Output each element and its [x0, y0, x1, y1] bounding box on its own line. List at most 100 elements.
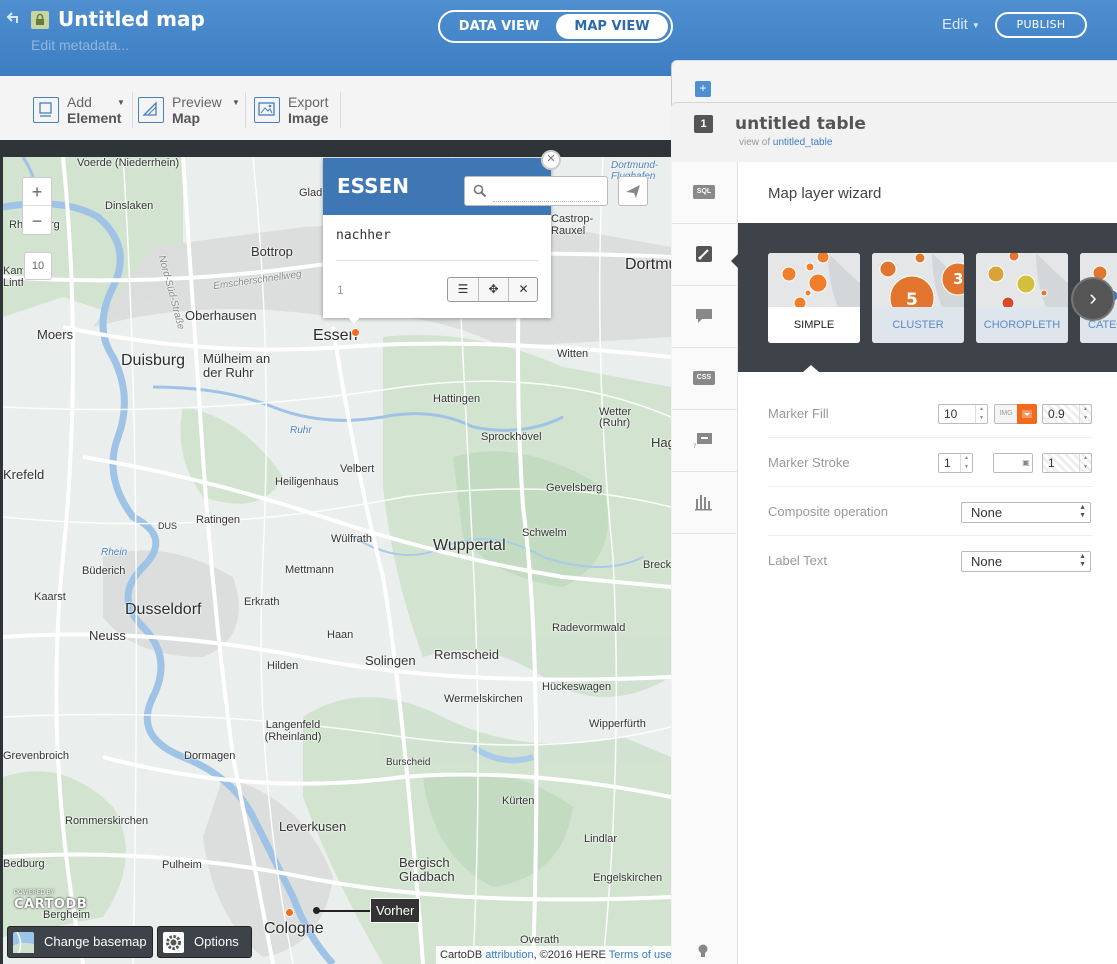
terms-of-use-link[interactable]: Terms of use — [609, 949, 672, 961]
close-icon[interactable]: ✕ — [508, 278, 538, 301]
layer-table-name[interactable]: untitled table — [735, 114, 866, 134]
map-label: Haan — [327, 629, 354, 641]
sidebar-item-widgets[interactable] — [672, 472, 738, 534]
marker-fill-color-picker[interactable] — [1017, 404, 1037, 424]
marker-opacity-stepper[interactable]: 0.9 ▲ ▼ — [1042, 404, 1092, 424]
map-label: Ruhr — [290, 425, 312, 436]
infowindow-close-button[interactable]: ✕ — [541, 150, 561, 170]
options-button[interactable]: Options — [157, 926, 252, 958]
stepper-arrows-icon: ▲ ▼ — [1079, 454, 1091, 472]
property-label: Composite operation — [768, 504, 888, 519]
map-marker[interactable] — [285, 908, 294, 917]
map-label: Rhein — [101, 547, 128, 558]
map-label: Voerde (Niederrhein) — [77, 157, 180, 169]
stroke-color-picker[interactable]: ▣ — [993, 453, 1033, 473]
view-of-table-link[interactable]: untitled_table — [773, 137, 833, 148]
toolbar-divider — [245, 92, 246, 128]
map-label: Bedburg — [3, 858, 45, 870]
map-label: Duisburg — [121, 352, 186, 369]
select-value: None — [971, 505, 1003, 520]
locate-button[interactable] — [618, 176, 648, 206]
edit-menu[interactable]: Edit ▼ — [942, 16, 980, 33]
move-icon[interactable]: ✥ — [478, 278, 508, 301]
map-label: Wipperfürth — [589, 718, 646, 730]
preview-map-icon — [138, 97, 164, 123]
map-label: Velbert — [340, 463, 375, 475]
wizard-type-label: CLUSTER — [872, 307, 964, 343]
publish-button[interactable]: PUBLISH — [995, 12, 1087, 38]
wizard-type-simple[interactable]: SIMPLE — [768, 253, 860, 343]
map-label: Kamp-Lintfort — [3, 265, 23, 289]
composite-operation-select[interactable]: None ▲ ▼ — [961, 502, 1091, 523]
label-text-select[interactable]: None ▲ ▼ — [961, 551, 1091, 572]
sidebar-item-css[interactable]: CSS — [672, 348, 738, 410]
map-label: Bottrop — [251, 244, 293, 259]
map-label: Hückeswagen — [542, 681, 612, 693]
map-label: Dormagen — [184, 750, 236, 762]
attribution-link[interactable]: attribution — [485, 949, 533, 961]
color-dot-icon: ▣ — [1022, 458, 1030, 467]
legend-icon: ? — [693, 431, 715, 450]
add-element-button[interactable]: Add Element ▼ — [33, 94, 128, 126]
sidebar-item-wizard[interactable] — [672, 224, 738, 286]
map-label: Witten — [557, 348, 589, 360]
export-image-button[interactable]: Export Image — [254, 94, 334, 126]
menu-icon[interactable]: ☰ — [448, 278, 478, 301]
stepper-arrows-icon: ▲ ▼ — [975, 405, 987, 423]
property-label-text: Label Text None ▲ ▼ — [768, 536, 1092, 585]
choropleth-thumbnail — [976, 253, 1068, 307]
preview-map-label-bottom: Map — [172, 110, 200, 126]
map-label: Grevenbroich — [3, 750, 70, 762]
tab-data-view[interactable]: DATA VIEW — [443, 14, 555, 39]
sidebar-item-legend[interactable]: ? — [672, 410, 738, 472]
attribution-prefix: CartoDB — [440, 949, 483, 961]
stepper-arrows-icon: ▲ ▼ — [960, 454, 972, 472]
map-toolbar: Add Element ▼ Preview Map ▼ Export Image — [0, 76, 672, 140]
sidebar-active-pointer — [731, 253, 739, 269]
marker-opacity-value: 0.9 — [1048, 407, 1065, 421]
add-element-icon — [33, 97, 59, 123]
sidebar-item-sql[interactable]: SQL — [672, 162, 738, 224]
map-label: Castrop-Rauxel — [551, 213, 594, 237]
stroke-width-stepper[interactable]: 1 ▲ ▼ — [938, 453, 973, 473]
sql-icon: SQL — [693, 185, 715, 199]
stroke-opacity-stepper[interactable]: 1 ▲ ▼ — [1042, 453, 1092, 473]
map-label: Moers — [37, 327, 74, 342]
lightbulb-icon[interactable] — [697, 944, 709, 958]
carousel-next-button[interactable]: › — [1071, 277, 1115, 321]
view-of-text: view of untitled_table — [739, 137, 832, 148]
select-arrows-icon: ▲ ▼ — [1079, 504, 1086, 519]
lock-icon[interactable] — [31, 11, 49, 29]
speech-bubble-icon — [693, 307, 715, 325]
change-basemap-button[interactable]: Change basemap — [7, 926, 153, 958]
cartodb-logo: CARTODB — [14, 897, 88, 912]
tab-map-view[interactable]: MAP VIEW — [556, 14, 668, 39]
back-arrow-icon[interactable] — [6, 10, 22, 26]
map-label: Dinslaken — [105, 200, 154, 212]
wizard-type-choropleth[interactable]: CHOROPLETH — [976, 253, 1068, 343]
export-image-label-top: Export — [288, 94, 329, 110]
marker-size-value: 10 — [944, 407, 958, 421]
marker-size-stepper[interactable]: 10 ▲ ▼ — [938, 404, 988, 424]
add-layer-button[interactable]: + — [695, 81, 711, 97]
map-label: Schwelm — [522, 527, 567, 539]
map-marker[interactable] — [351, 328, 360, 337]
property-label: Marker Stroke — [768, 455, 850, 470]
map-label: Leverkusen — [279, 819, 347, 834]
edit-metadata-link[interactable]: Edit metadata... — [31, 37, 129, 53]
zoom-in-button[interactable]: + — [23, 178, 51, 206]
map-label: Langenfeld (Rheinland) — [264, 719, 322, 743]
sidebar-item-infowindow[interactable] — [672, 286, 738, 348]
preview-map-button[interactable]: Preview Map ▼ — [138, 94, 240, 126]
map-title[interactable]: Untitled map — [58, 7, 205, 31]
map-label: Rommerskirchen — [65, 815, 149, 827]
map-search-input[interactable] — [493, 182, 599, 202]
tooltip-line — [316, 910, 370, 912]
simple-thumbnail — [768, 253, 860, 307]
map-label: Cologne — [264, 920, 324, 937]
wizard-type-cluster[interactable]: 5 3 CLUSTER — [872, 253, 964, 343]
zoom-out-button[interactable]: − — [23, 207, 51, 235]
zoom-level-indicator: 10 — [24, 252, 52, 280]
marker-image-button[interactable]: IMG — [994, 404, 1018, 424]
chevron-down-icon: ▼ — [971, 20, 980, 30]
